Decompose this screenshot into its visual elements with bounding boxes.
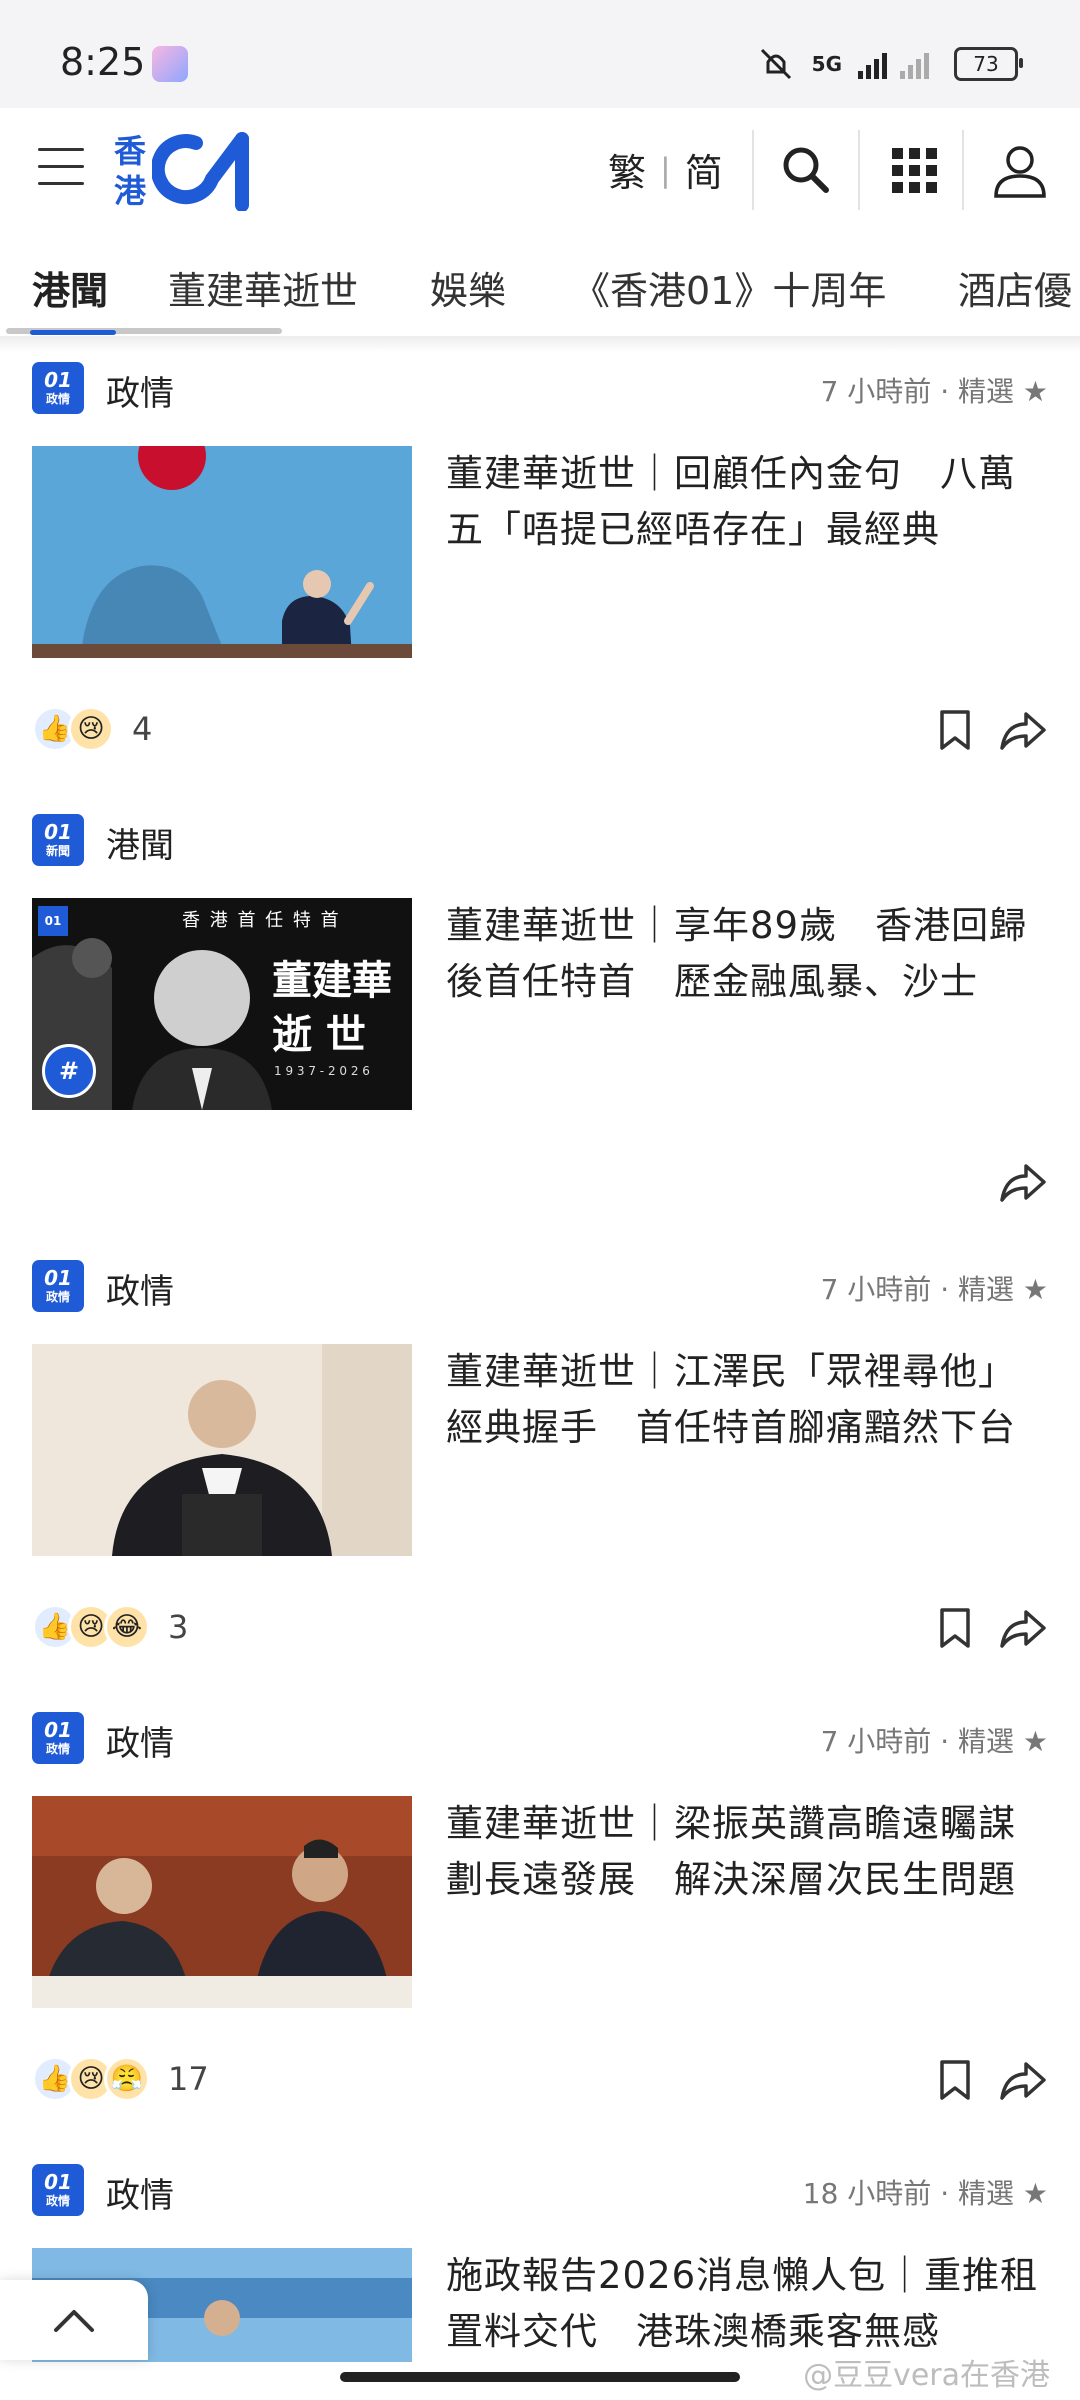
app-notification-icon [152, 46, 188, 82]
article-category[interactable]: 政情 [106, 366, 174, 415]
share-icon[interactable] [998, 2058, 1048, 2102]
scroll-to-top-button[interactable] [0, 2280, 148, 2360]
reaction-count: 17 [168, 2060, 209, 2098]
reactions[interactable]: 👍 😢 😂 3 [32, 1604, 188, 1650]
article-meta: 18 小時前 · 精選 ★ [802, 2177, 1048, 2210]
divider [752, 130, 754, 210]
article-card[interactable]: 01 新聞 港聞 01 香 港 首 任 特 首 董建華 逝 世 1 9 3 7 -… [0, 812, 1080, 1262]
article-card[interactable]: 01 政情 政情 7 小時前 · 精選 ★ 董建華逝世｜江澤民「眾裡尋他」經典握手… [0, 1258, 1080, 1708]
article-thumbnail[interactable] [32, 1344, 412, 1556]
divider [962, 130, 964, 210]
thumb-event: 逝 世 [272, 1011, 366, 1058]
user-account-icon[interactable] [988, 138, 1052, 202]
reactions[interactable]: 👍 😢 😤 17 [32, 2056, 209, 2102]
article-title[interactable]: 董建華逝世｜江澤民「眾裡尋他」經典握手 首任特首腳痛黯然下台 [446, 1344, 1050, 1456]
article-title[interactable]: 董建華逝世｜梁振英讚高瞻遠矚謀劃長遠發展 解決深層次民生問題 [446, 1796, 1050, 1908]
article-card[interactable]: 01 政情 政情 18 小時前 · 精選 ★ 施政報告2026消息懶人包｜重推租置… [0, 2162, 1080, 2362]
source-logo: 01 政情 [32, 2164, 84, 2216]
hashtag-badge-icon: # [42, 1044, 96, 1098]
article-meta: 7 小時前 · 精選 ★ [820, 1725, 1048, 1758]
reaction-count: 4 [132, 710, 153, 748]
thumb-01-logo: 01 [38, 906, 68, 936]
article-thumbnail[interactable] [32, 446, 412, 658]
source-logo: 01 政情 [32, 1260, 84, 1312]
lang-simplified[interactable]: 简 [685, 142, 723, 197]
mute-icon [760, 48, 791, 80]
source-logo: 01 政情 [32, 362, 84, 414]
share-icon[interactable] [998, 1606, 1048, 1650]
article-title[interactable]: 施政報告2026消息懶人包｜重推租置料交代 港珠澳橋乘客無感 [446, 2248, 1050, 2360]
source-logo: 01 新聞 [32, 814, 84, 866]
tab-tung-chee-hwa[interactable]: 董建華逝世 [168, 260, 358, 315]
tab-hotel[interactable]: 酒店優 [958, 260, 1072, 315]
tab-hk01-10th-anniversary[interactable]: 《香港01》十周年 [572, 260, 886, 315]
language-switch: 繁 | 简 [608, 142, 723, 197]
sad-reaction-icon: 😢 [68, 706, 114, 752]
status-time: 8:25 [60, 40, 146, 84]
angry-reaction-icon: 😤 [104, 2056, 150, 2102]
status-icons: 5G 73 [756, 44, 1023, 84]
app-header: 香 港 繁 | 简 [0, 108, 1080, 232]
bookmark-icon[interactable] [934, 2058, 976, 2102]
share-icon[interactable] [998, 708, 1048, 752]
article-thumbnail[interactable] [32, 1796, 412, 2008]
article-thumbnail[interactable]: 01 香 港 首 任 特 首 董建華 逝 世 1 9 3 7 - 2 0 2 6… [32, 898, 412, 1110]
article-title[interactable]: 董建華逝世｜享年89歲 香港回歸後首任特首 歷金融風暴、沙士 [446, 898, 1050, 1010]
watermark: @豆豆vera在香港 [803, 2358, 1050, 2393]
logo-text-top: 香 [114, 132, 147, 170]
lang-traditional[interactable]: 繁 [608, 142, 646, 197]
article-title[interactable]: 董建華逝世｜回顧任內金句 八萬五「唔提已經唔存在」最經典 [446, 446, 1050, 558]
logo-text-bottom: 港 [114, 172, 147, 210]
reactions[interactable]: 👍 😢 4 [32, 706, 152, 752]
article-category[interactable]: 政情 [106, 1716, 174, 1765]
laugh-reaction-icon: 😂 [104, 1604, 150, 1650]
thumb-years: 1 9 3 7 - 2 0 2 6 [274, 1064, 370, 1078]
share-icon[interactable] [998, 1160, 1048, 1204]
reaction-count: 3 [168, 1608, 189, 1646]
thumb-header-text: 香 港 首 任 特 首 [182, 910, 341, 931]
tab-hk-news[interactable]: 港聞 [32, 260, 108, 315]
status-bar: 8:25 5G 73 [0, 0, 1080, 108]
network-type: 5G [811, 52, 842, 76]
battery-icon: 73 [954, 47, 1023, 81]
divider [858, 130, 860, 210]
article-card[interactable]: 01 政情 政情 7 小時前 · 精選 ★ 董建華逝世｜回顧任內金句 八萬五「唔提… [0, 360, 1080, 810]
active-tab-underline [30, 330, 116, 335]
signal-icon [858, 53, 929, 79]
bookmark-icon[interactable] [934, 1606, 976, 1650]
logo-01-mark [152, 132, 250, 211]
article-card[interactable]: 01 政情 政情 7 小時前 · 精選 ★ 董建華逝世｜梁振英讚高瞻遠矚謀劃長遠發… [0, 1710, 1080, 2160]
home-indicator[interactable] [340, 2372, 740, 2382]
source-logo: 01 政情 [32, 1712, 84, 1764]
menu-icon[interactable] [38, 148, 84, 188]
hk01-logo[interactable]: 香 港 [114, 126, 258, 216]
article-meta: 7 小時前 · 精選 ★ [820, 375, 1048, 408]
chevron-up-icon [54, 2310, 94, 2332]
tab-entertainment[interactable]: 娛樂 [430, 260, 506, 315]
article-category[interactable]: 政情 [106, 1264, 174, 1313]
article-category[interactable]: 政情 [106, 2168, 174, 2217]
article-meta: 7 小時前 · 精選 ★ [820, 1273, 1048, 1306]
bookmark-icon[interactable] [934, 708, 976, 752]
search-icon[interactable] [774, 138, 838, 202]
article-category[interactable]: 港聞 [106, 818, 174, 867]
thumb-name: 董建華 [272, 957, 392, 1004]
apps-grid-icon[interactable] [882, 138, 946, 202]
category-tabs: 港聞 董建華逝世 娛樂 《香港01》十周年 酒店優 [0, 232, 1080, 340]
